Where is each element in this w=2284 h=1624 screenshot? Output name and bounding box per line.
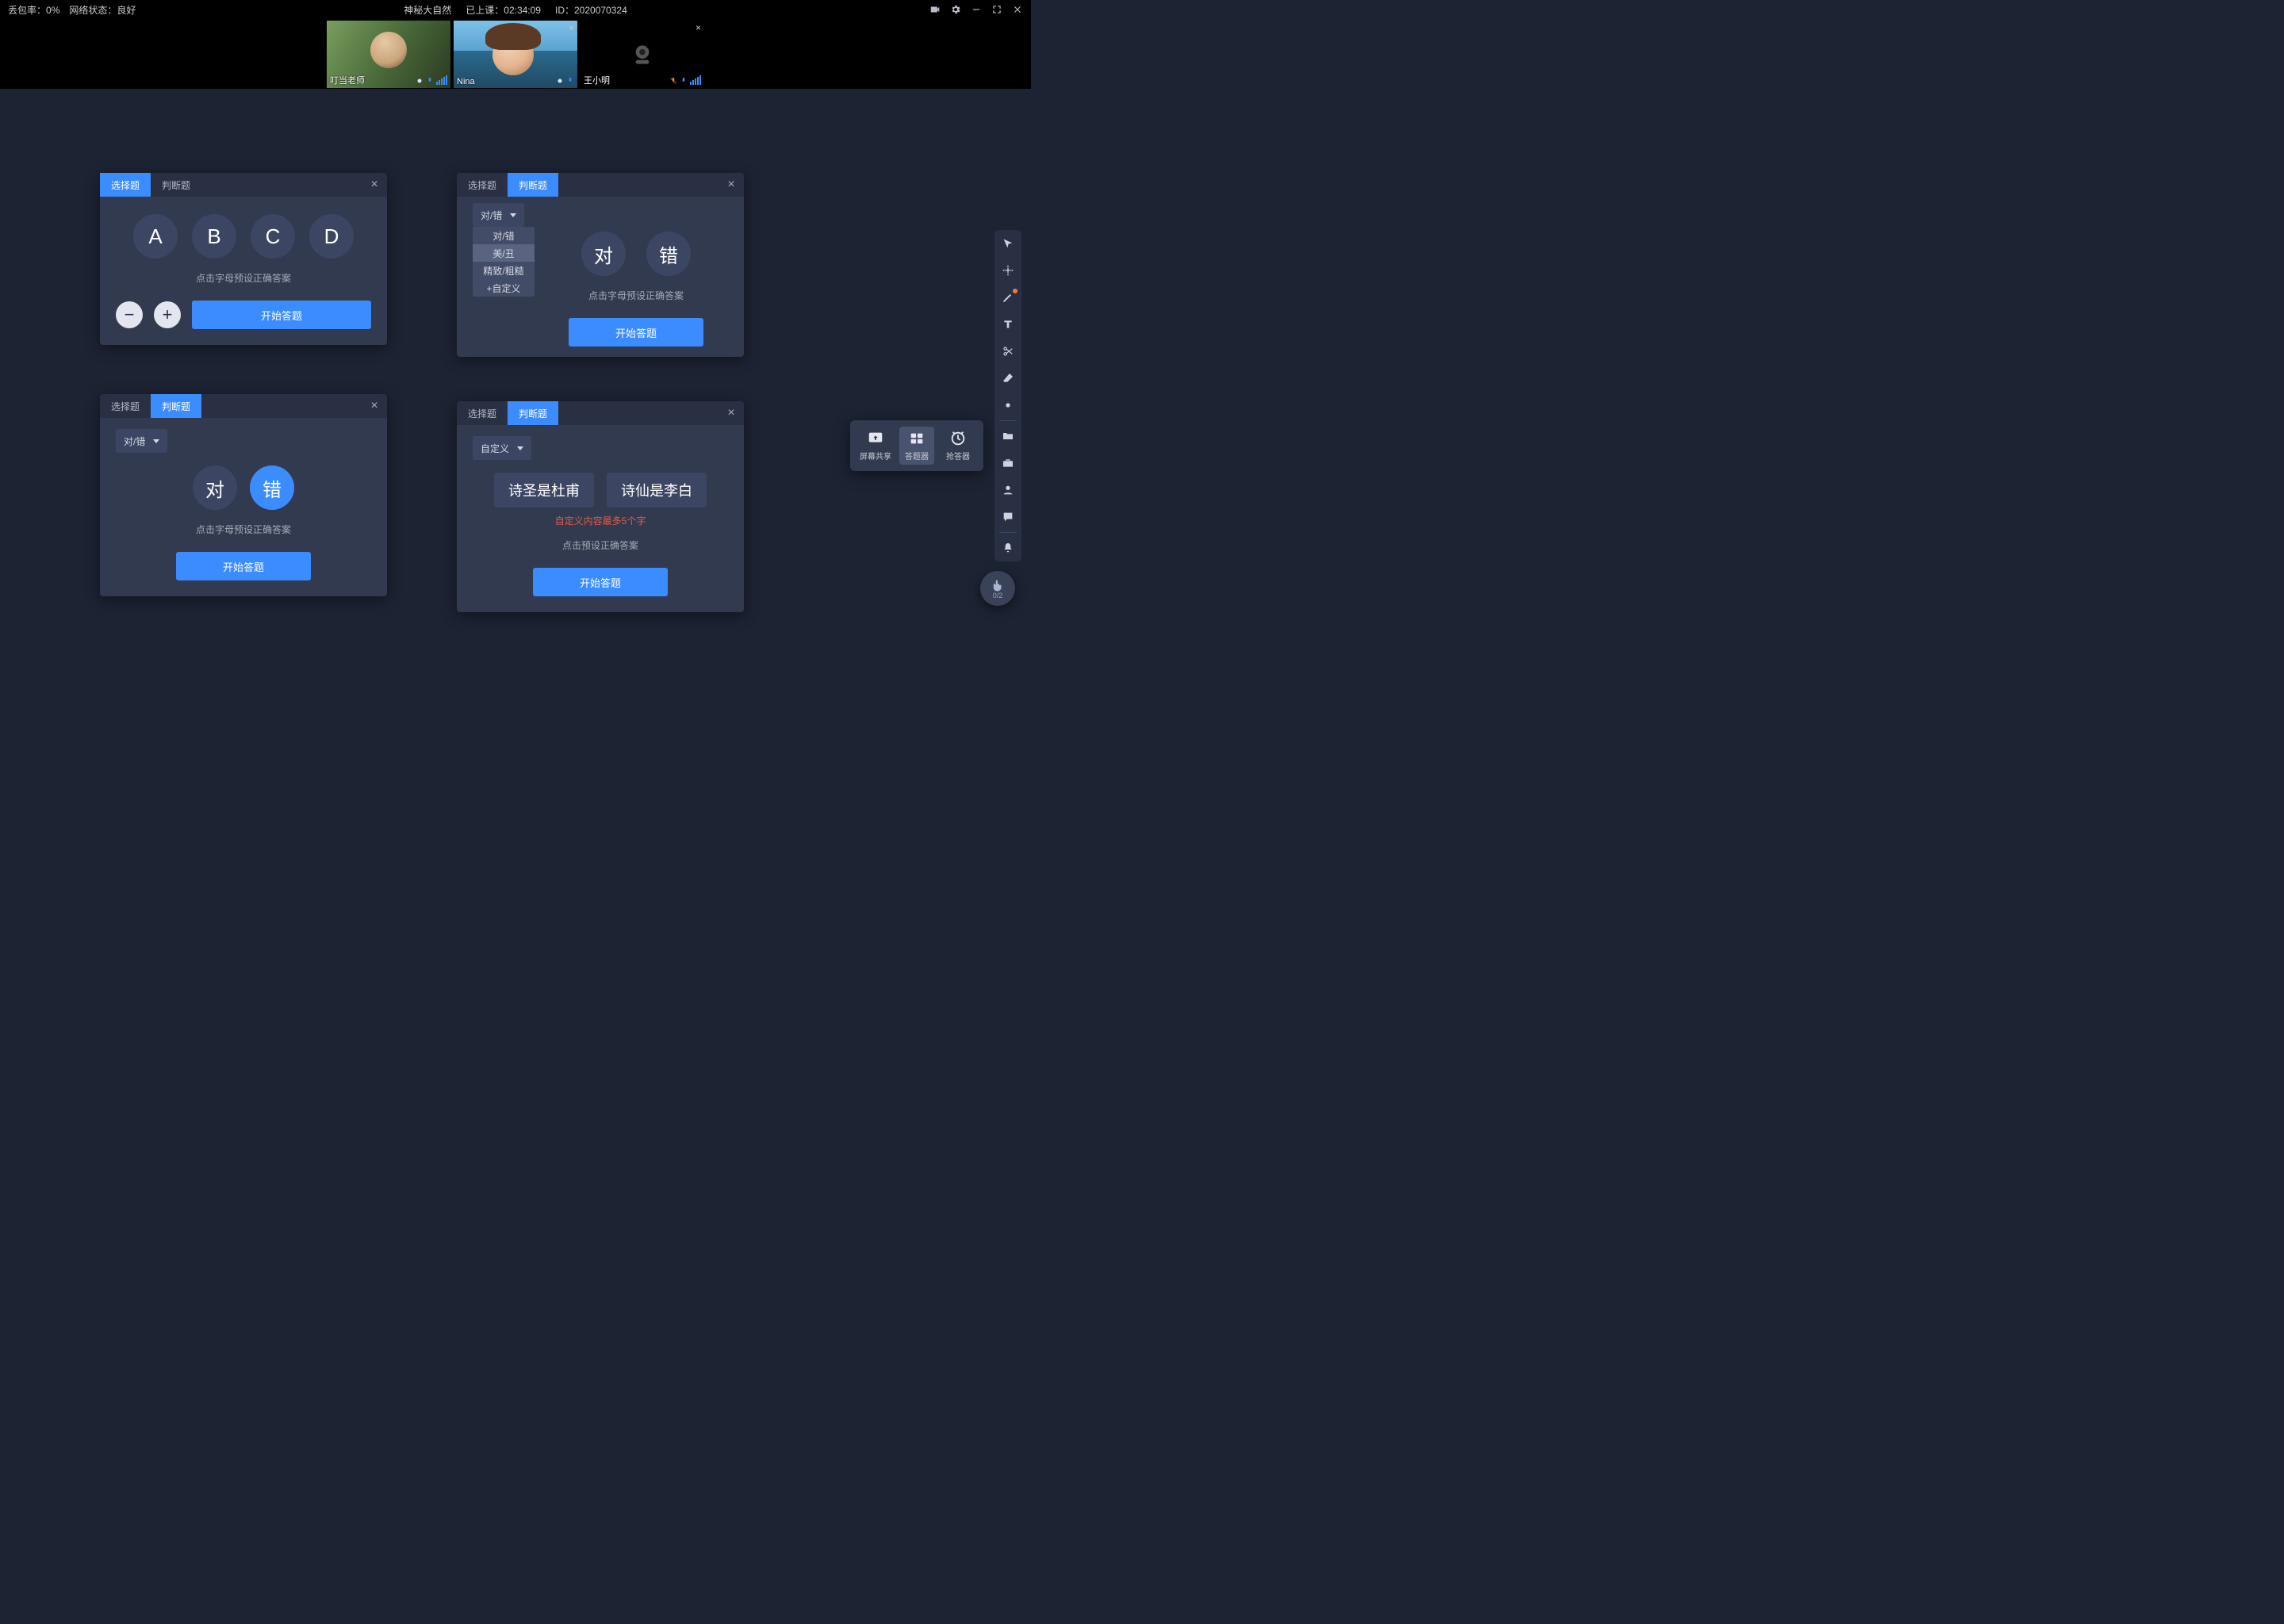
dd-item-1[interactable]: 对/错 (473, 227, 535, 244)
tf-type-dropdown-list: 对/错 美/丑 精致/粗糙 +自定义 (473, 227, 535, 297)
move-tool-icon[interactable] (1001, 263, 1015, 278)
tf-type-dropdown[interactable]: 自定义 (473, 436, 531, 460)
scissors-icon[interactable] (1001, 344, 1015, 358)
answer-panel-custom: 选择题 判断题 × 自定义 诗圣是杜甫 诗仙是李白 自定义内容最多5个字 点击预… (457, 401, 744, 612)
panel-close[interactable]: × (719, 173, 744, 197)
raise-hand-count: 0/2 (993, 592, 1003, 599)
user-icon[interactable] (1001, 483, 1015, 497)
video-name: 王小明 (584, 74, 610, 86)
video-close[interactable]: × (569, 22, 574, 33)
mic-icon (680, 77, 688, 85)
pointer-tool-icon[interactable] (1001, 236, 1015, 251)
tab-truefalse[interactable]: 判断题 (151, 394, 201, 418)
chevron-down-icon (153, 439, 159, 443)
chevron-down-icon (510, 213, 516, 217)
tab-choice[interactable]: 选择题 (457, 401, 508, 425)
answer-panel-tf-dropdown: 选择题 判断题 × 对/错 对/错 美/丑 精致/粗糙 +自定义 对 错 点击字… (457, 173, 744, 357)
option-d[interactable]: D (309, 214, 354, 259)
tool-buzzer[interactable]: 抢答器 (941, 427, 975, 465)
tab-choice[interactable]: 选择题 (100, 394, 151, 418)
tab-truefalse[interactable]: 判断题 (151, 173, 201, 197)
tab-truefalse[interactable]: 判断题 (508, 401, 558, 425)
teaching-tools-popover: 屏幕共享 答题器 抢答器 (850, 420, 983, 471)
mic-icon (566, 77, 574, 85)
close-icon[interactable] (1012, 4, 1023, 15)
start-button[interactable]: 开始答题 (569, 318, 703, 347)
custom-option-1[interactable]: 诗圣是杜甫 (494, 473, 594, 508)
option-false-selected[interactable]: 错 (250, 465, 294, 510)
custom-option-2[interactable]: 诗仙是李白 (607, 473, 707, 508)
chat-icon[interactable] (1001, 510, 1015, 524)
option-true[interactable]: 对 (581, 232, 626, 276)
dd-item-2[interactable]: 美/丑 (473, 244, 535, 262)
tool-answer-device[interactable]: 答题器 (899, 427, 934, 465)
toolbox-icon[interactable] (1001, 456, 1015, 470)
chevron-down-icon (517, 446, 523, 450)
fullscreen-icon[interactable] (991, 4, 1002, 15)
minimize-icon[interactable] (971, 4, 982, 15)
video-strip: 叮当老师 × Nina × 王小明 (0, 19, 1031, 89)
mic-muted-icon (669, 77, 677, 85)
option-true[interactable]: 对 (193, 465, 237, 510)
bell-icon[interactable] (1001, 541, 1015, 555)
answer-panel-choice: 选择题 判断题 × A B C D 点击字母预设正确答案 − + 开始答题 (100, 173, 387, 345)
raise-hand-fab[interactable]: 0/2 (980, 571, 1015, 606)
option-a[interactable]: A (133, 214, 178, 259)
tab-choice[interactable]: 选择题 (100, 173, 151, 197)
topbar: 丢包率：0% 网络状态：良好 神秘大自然 已上课：02:34:09 ID：202… (0, 0, 1031, 19)
eraser-icon[interactable] (1001, 371, 1015, 385)
hint-text: 点击字母预设正确答案 (116, 271, 371, 285)
dd-item-4[interactable]: +自定义 (473, 279, 535, 297)
video-name: Nina (457, 77, 475, 86)
right-toolbar (994, 230, 1021, 561)
tab-truefalse[interactable]: 判断题 (508, 173, 558, 197)
option-b[interactable]: B (192, 214, 236, 259)
brightness-icon[interactable] (1001, 398, 1015, 412)
class-title: 神秘大自然 (404, 3, 451, 17)
tf-type-dropdown[interactable]: 对/错 (116, 429, 167, 453)
option-add[interactable]: + (154, 301, 181, 328)
video-teacher[interactable]: 叮当老师 (327, 21, 450, 88)
tool-screen-share[interactable]: 屏幕共享 (858, 427, 893, 465)
start-button[interactable]: 开始答题 (533, 568, 668, 596)
elapsed: 已上课：02:34:09 (466, 3, 541, 17)
packet-loss: 丢包率：0% (8, 3, 59, 17)
option-c[interactable]: C (251, 214, 295, 259)
camera-icon (416, 77, 423, 85)
network-status: 网络状态：良好 (69, 3, 136, 17)
tab-choice[interactable]: 选择题 (457, 173, 508, 197)
hint-text: 点击预设正确答案 (473, 538, 728, 552)
camera-icon[interactable] (929, 4, 941, 15)
mic-icon (426, 77, 434, 85)
option-false[interactable]: 错 (646, 232, 691, 276)
folder-icon[interactable] (1001, 429, 1015, 443)
video-close[interactable]: × (696, 22, 701, 33)
text-tool-icon[interactable] (1001, 317, 1015, 331)
start-button[interactable]: 开始答题 (192, 301, 371, 329)
dd-item-3[interactable]: 精致/粗糙 (473, 262, 535, 279)
camera-icon (556, 77, 564, 85)
warning-text: 自定义内容最多5个字 (473, 514, 728, 527)
panel-close[interactable]: × (362, 394, 387, 418)
option-remove[interactable]: − (116, 301, 143, 328)
tf-type-dropdown[interactable]: 对/错 (473, 203, 524, 227)
session-id: ID：2020070324 (555, 3, 627, 17)
video-student-2[interactable]: × 王小明 (581, 21, 704, 88)
hint-text: 点击字母预设正确答案 (116, 523, 371, 536)
start-button[interactable]: 开始答题 (176, 552, 311, 580)
answer-panel-tf-selected: 选择题 判断题 × 对/错 对 错 点击字母预设正确答案 开始答题 (100, 394, 387, 596)
video-name: 叮当老师 (330, 74, 365, 86)
panel-close[interactable]: × (719, 401, 744, 425)
gear-icon[interactable] (950, 4, 961, 15)
camera-off-icon (627, 39, 658, 71)
panel-close[interactable]: × (362, 173, 387, 197)
pen-tool-icon[interactable] (1001, 290, 1015, 304)
video-student-1[interactable]: × Nina (454, 21, 577, 88)
